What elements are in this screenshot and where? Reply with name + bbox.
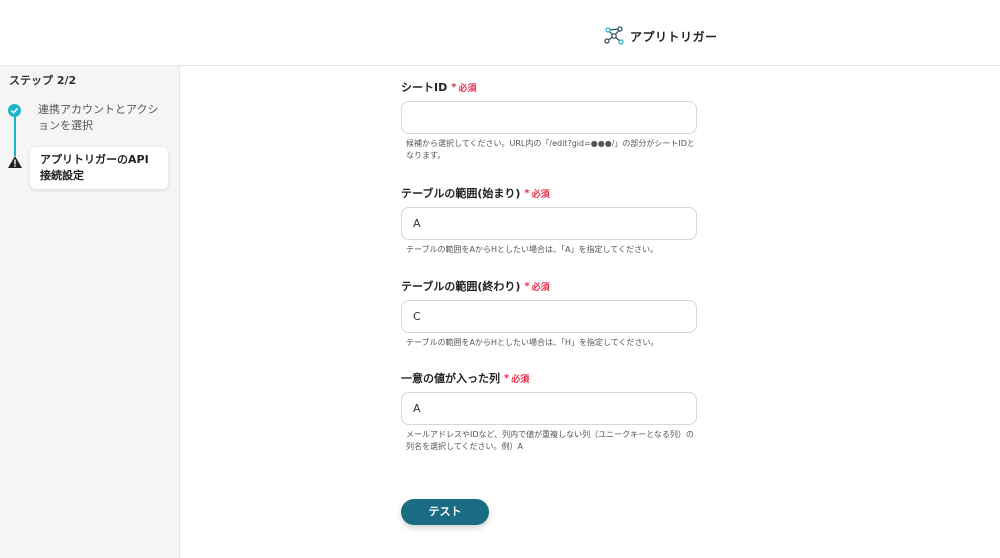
field-label: テーブルの範囲(終わり) [401, 280, 521, 293]
sheet-id-input[interactable] [401, 101, 697, 134]
field-help-text: 候補から選択してください。URL内の「/edit?gid=●●●/」の部分がシー… [406, 139, 695, 160]
field-label: シートID [401, 81, 448, 94]
brand-name: アプリトリガー [630, 29, 718, 44]
required-asterisk: * [451, 81, 457, 93]
step-connector [14, 116, 16, 156]
step-sidebar: ステップ 2/2 連携アカウントとアクションを選択 アプリトリガーのAPI接続設… [0, 66, 180, 558]
network-nodes-icon [604, 26, 624, 45]
check-circle-icon [8, 104, 21, 117]
required-badge: 必須 [531, 282, 550, 293]
unique-column-input[interactable]: A [401, 392, 697, 425]
range-end-input[interactable]: C [401, 300, 697, 333]
required-asterisk: * [504, 372, 510, 384]
top-header: アプリトリガー [0, 0, 1000, 66]
field-label: テーブルの範囲(始まり) [401, 187, 521, 200]
brand: アプリトリガー [604, 26, 718, 46]
step-item-label: アプリトリガーのAPI接続設定 [40, 153, 149, 182]
field-help-text: テーブルの範囲をAからHとしたい場合は、「H」を指定してください。 [406, 338, 659, 347]
step-item-select-account[interactable]: 連携アカウントとアクションを選択 [38, 102, 168, 134]
test-button[interactable]: テスト [401, 499, 489, 525]
step-item-api-settings[interactable]: アプリトリガーのAPI接続設定 [30, 147, 168, 189]
warning-icon [8, 156, 22, 168]
required-asterisk: * [524, 187, 530, 199]
range-end-field-group: テーブルの範囲(終わり) * 必須 C テーブルの範囲をAからHとしたい場合は、… [401, 279, 697, 349]
step-count: ステップ 2/2 [9, 74, 77, 87]
sheet-id-field-group: シートID * 必須 候補から選択してください。URL内の「/edit?gid=… [401, 80, 697, 162]
field-label: 一意の値が入った列 [401, 372, 500, 385]
required-asterisk: * [524, 280, 530, 292]
required-badge: 必須 [531, 189, 550, 200]
unique-column-field-group: 一意の値が入った列 * 必須 A メールアドレスやIDなど、列内で値が重複しない… [401, 371, 697, 453]
required-badge: 必須 [458, 83, 477, 94]
required-badge: 必須 [511, 374, 530, 385]
range-start-field-group: テーブルの範囲(始まり) * 必須 A テーブルの範囲をAからHとしたい場合は、… [401, 186, 697, 256]
range-start-input[interactable]: A [401, 207, 697, 240]
field-help-text: テーブルの範囲をAからHとしたい場合は、「A」を指定してください。 [406, 245, 658, 254]
field-help-text: メールアドレスやIDなど、列内で値が重複しない列（ユニークキーとなる列）の列名を… [406, 430, 694, 451]
